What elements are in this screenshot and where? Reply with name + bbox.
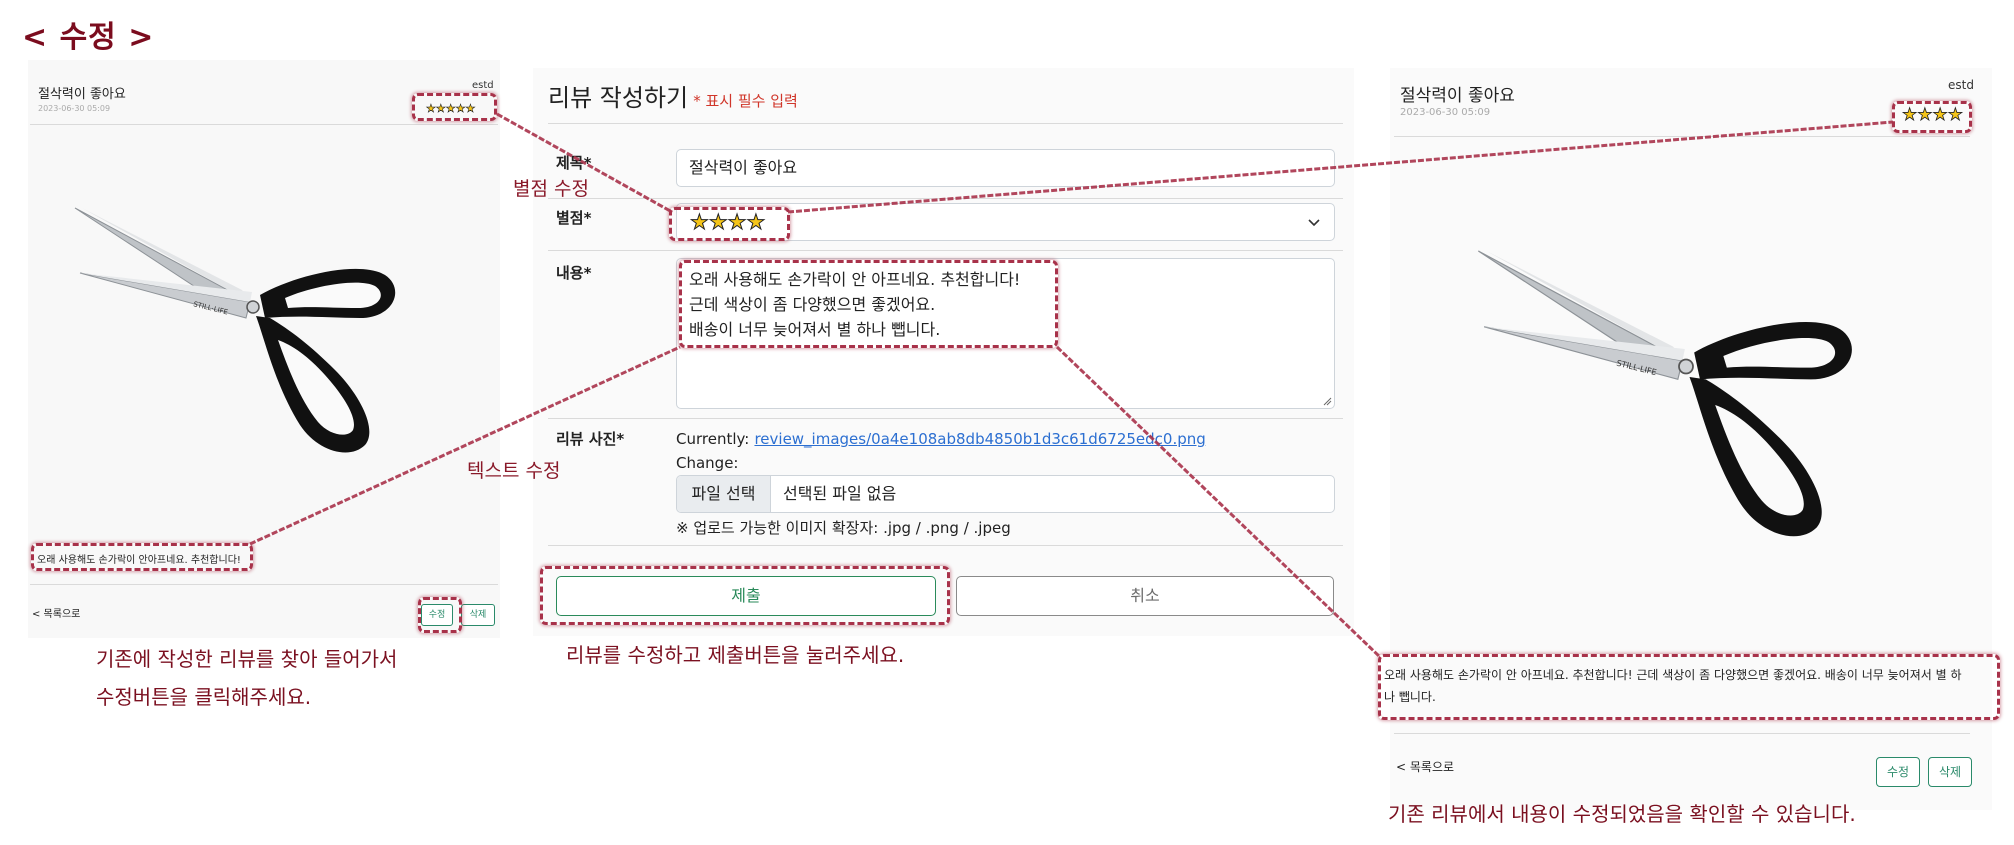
connector-star-right (787, 120, 1894, 214)
caption-left-line1: 기존에 작성한 리뷰를 찾아 들어가서 (96, 647, 398, 671)
connector-text-right (1055, 345, 1382, 659)
caption-center: 리뷰를 수정하고 제출버튼을 눌러주세요. (566, 643, 905, 667)
caption-right: 기존 리뷰에서 내용이 수정되었음을 확인할 수 있습니다. (1388, 802, 1856, 826)
caption-left-line2: 수정버튼을 클릭해주세요. (96, 685, 312, 709)
connector-lines (249, 112, 1894, 659)
annotation-star-edit: 별점 수정 (513, 178, 589, 200)
annotation-text-edit: 텍스트 수정 (467, 460, 561, 482)
connector-text-left (249, 345, 681, 546)
